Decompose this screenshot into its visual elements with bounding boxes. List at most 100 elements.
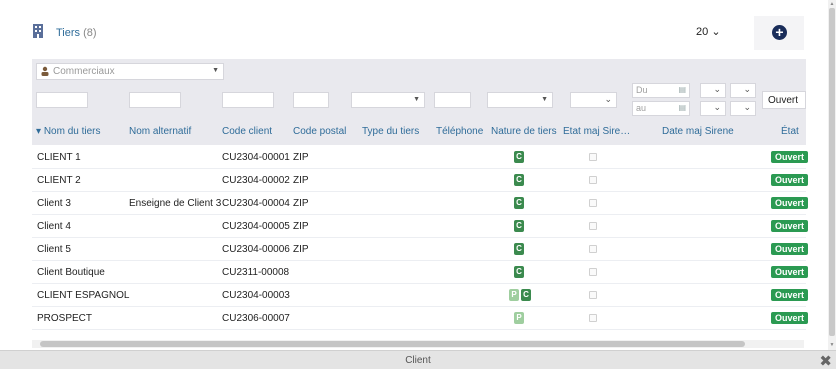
- hour-to-select[interactable]: ⌄: [700, 101, 726, 116]
- cell-nom-du-tiers[interactable]: Client Boutique: [37, 267, 105, 278]
- cell-nom-du-tiers[interactable]: CLIENT 1: [37, 152, 81, 163]
- minute-to-select[interactable]: ⌄: [730, 101, 756, 116]
- page-title[interactable]: Tiers (8): [56, 27, 97, 39]
- cell-code-client: CU2304-00004: [222, 198, 290, 209]
- column-headers: ▾ Nom du tiers Nom alternatif Code clien…: [32, 126, 806, 144]
- commerciaux-placeholder: Commerciaux: [53, 66, 115, 77]
- cell-nom-du-tiers[interactable]: Client 3: [37, 198, 71, 209]
- cell-nom-du-tiers[interactable]: CLIENT ESPAGNOL: [37, 290, 129, 301]
- date-from-placeholder: Du: [636, 85, 648, 95]
- table-row[interactable]: PROSPECT CU2306-00007 P Ouvert: [32, 307, 809, 330]
- minute-from-select[interactable]: ⌄: [730, 83, 756, 98]
- col-telephone[interactable]: Téléphone: [436, 126, 483, 137]
- table-row[interactable]: Client Boutique CU2311-00008 C Ouvert: [32, 261, 809, 284]
- chevron-down-icon: ⌄: [743, 102, 751, 112]
- chevron-down-icon: ⌄: [713, 84, 721, 94]
- cell-nature-de-tiers: C: [514, 151, 524, 163]
- status-badge[interactable]: Ouvert: [771, 220, 809, 232]
- filter-cp-input[interactable]: [293, 92, 329, 108]
- table-row[interactable]: Client 3 Enseigne de Client 3 CU2304-00004…: [32, 192, 809, 215]
- prospect-badge: P: [514, 312, 524, 324]
- scroll-down-icon[interactable]: ▼: [829, 342, 835, 348]
- filter-type-select[interactable]: ▼: [351, 92, 425, 108]
- calendar-icon[interactable]: ▤: [678, 85, 686, 94]
- cell-code-postal: ZIP: [293, 175, 309, 186]
- status-badge[interactable]: Ouvert: [771, 266, 809, 278]
- chevron-down-icon: ⌄: [713, 102, 721, 112]
- cell-nature-de-tiers: PC: [509, 289, 531, 301]
- date-from-input[interactable]: Du ▤: [632, 83, 690, 98]
- chevron-down-icon: ▼: [413, 96, 420, 103]
- chevron-down-icon: ⌄: [604, 94, 612, 104]
- table-row[interactable]: CLIENT 2 CU2304-00002 ZIP C Ouvert: [32, 169, 809, 192]
- filter-alt-input[interactable]: [129, 92, 181, 108]
- scroll-up-icon[interactable]: ▲: [829, 1, 835, 7]
- cell-nature-de-tiers: C: [514, 243, 524, 255]
- status-badge[interactable]: Ouvert: [771, 197, 809, 209]
- status-badge[interactable]: Ouvert: [771, 289, 809, 301]
- col-nom-du-tiers[interactable]: ▾ Nom du tiers: [36, 126, 101, 137]
- col-nom-du-tiers-label: Nom du tiers: [43, 126, 101, 137]
- filter-etat-select[interactable]: Ouvert: [762, 91, 806, 109]
- table-row[interactable]: Client 4 CU2304-00005 ZIP C Ouvert: [32, 215, 809, 238]
- client-badge: C: [514, 243, 524, 255]
- col-nature-de-tiers[interactable]: Nature de tiers: [491, 126, 557, 137]
- filter-nature-select[interactable]: ▼: [487, 92, 553, 108]
- close-icon[interactable]: ✖: [819, 352, 832, 370]
- cell-nom-du-tiers[interactable]: Client 5: [37, 244, 71, 255]
- commerciaux-select[interactable]: Commerciaux ▼: [36, 63, 224, 80]
- filter-nom-input[interactable]: [36, 92, 88, 108]
- status-badge[interactable]: Ouvert: [771, 151, 809, 163]
- col-nom-alternatif[interactable]: Nom alternatif: [129, 126, 191, 137]
- horizontal-scroll-thumb[interactable]: [40, 341, 745, 347]
- hour-from-select[interactable]: ⌄: [700, 83, 726, 98]
- table-row[interactable]: Client 5 CU2304-00006 ZIP C Ouvert: [32, 238, 809, 261]
- col-etat-maj-sirene[interactable]: Etat maj Sire…: [563, 126, 630, 137]
- col-date-maj-sirene[interactable]: Date maj Sirene: [662, 126, 734, 137]
- plus-circle-icon[interactable]: +: [772, 25, 787, 40]
- filter-code-input[interactable]: [222, 92, 274, 108]
- bottom-panel-bar: Client ✖: [0, 350, 836, 370]
- filter-bar: Commerciaux ▼ ▼ ▼ ⌄ Du ▤ au ▤ ⌄ ⌄ ⌄ ⌄ Ou…: [32, 59, 806, 145]
- cell-nom-du-tiers[interactable]: PROSPECT: [37, 313, 92, 324]
- chevron-down-icon: ⌄: [711, 26, 721, 38]
- vertical-scroll-thumb[interactable]: [829, 8, 835, 336]
- etat-sirene-checkbox: [589, 291, 597, 299]
- page-size-value: 20: [696, 26, 709, 38]
- calendar-icon[interactable]: ▤: [678, 103, 686, 112]
- vertical-scrollbar[interactable]: ▲ ▼: [828, 0, 836, 350]
- cell-code-client: CU2304-00001: [222, 152, 290, 163]
- list-header: Tiers (8) 20 ⌄ +: [32, 14, 828, 50]
- filter-etat-sirene-select[interactable]: ⌄: [570, 92, 617, 108]
- status-badge[interactable]: Ouvert: [771, 243, 809, 255]
- cell-nature-de-tiers: C: [514, 174, 524, 186]
- table-row[interactable]: CLIENT ESPAGNOL CU2304-00003 P C Ouvert: [32, 284, 809, 307]
- col-etat[interactable]: État: [781, 126, 799, 137]
- prospect-badge: P: [509, 289, 519, 301]
- cell-code-postal: ZIP: [293, 152, 309, 163]
- status-badge[interactable]: Ouvert: [771, 174, 809, 186]
- cell-nom-alternatif: Enseigne de Client 3: [129, 198, 222, 209]
- col-type-du-tiers[interactable]: Type du tiers: [362, 126, 419, 137]
- add-button[interactable]: +: [754, 16, 804, 50]
- panel-label: Client: [405, 355, 431, 366]
- cell-code-client: CU2304-00002: [222, 175, 290, 186]
- page-title-text[interactable]: Tiers: [56, 27, 80, 39]
- client-badge: C: [521, 289, 531, 301]
- cell-nom-du-tiers[interactable]: CLIENT 2: [37, 175, 81, 186]
- col-code-postal[interactable]: Code postal: [293, 126, 346, 137]
- horizontal-scrollbar[interactable]: [32, 340, 804, 348]
- status-badge[interactable]: Ouvert: [771, 312, 809, 324]
- page-size-select[interactable]: 20 ⌄: [696, 25, 721, 38]
- table-row[interactable]: CLIENT 1 CU2304-00001 ZIP C Ouvert: [32, 146, 809, 169]
- cell-code-client: CU2311-00008: [222, 267, 290, 278]
- client-badge: C: [514, 220, 524, 232]
- client-badge: C: [514, 151, 524, 163]
- chevron-down-icon: ⌄: [743, 84, 751, 94]
- cell-nom-du-tiers[interactable]: Client 4: [37, 221, 71, 232]
- filter-phone-input[interactable]: [434, 92, 471, 108]
- client-badge: C: [514, 174, 524, 186]
- col-code-client[interactable]: Code client: [222, 126, 272, 137]
- cell-nature-de-tiers: P: [514, 312, 524, 324]
- date-to-input[interactable]: au ▤: [632, 101, 690, 116]
